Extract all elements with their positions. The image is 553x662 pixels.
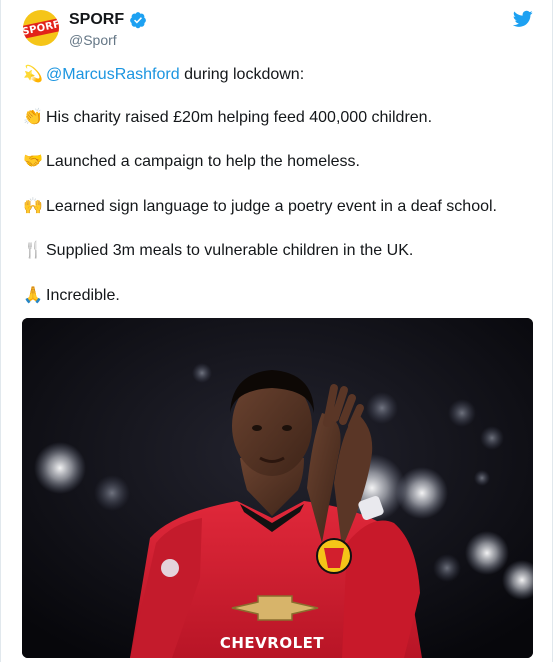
handshake-icon: 🤝 [23,151,43,170]
avatar-logo-text: SPORF [23,17,59,39]
raising-hands-icon: 🙌 [23,196,43,215]
tweet-line-text: Supplied 3m meals to vulnerable children… [46,242,414,259]
tweet-line-text: Learned sign language to judge a poetry … [46,198,497,215]
clapping-hands-icon: 👏 [23,107,43,126]
tweet-line-text: His charity raised £20m helping feed 400… [46,109,433,126]
author-display-name[interactable]: SPORF [69,11,124,29]
tweet-line-intro: 💫 @MarcusRashford during lockdown: [23,64,533,85]
tweet-card[interactable]: SPORF SPORF @Sporf 💫 @MarcusRashford duri… [0,0,553,662]
tweet-line-closing: 🙏 Incredible. [23,285,533,306]
tweet-line-charity: 👏 His charity raised £20m helping feed 40… [23,107,533,128]
author-handle[interactable]: @Sporf [69,32,117,48]
tweet-line-text: Incredible. [46,287,120,304]
tweet-header: SPORF SPORF @Sporf [23,8,533,52]
tweet-line-campaign: 🤝 Launched a campaign to help the homeles… [23,151,533,172]
tweet-line-text: during lockdown: [179,66,305,83]
author-name-row[interactable]: SPORF [69,10,147,30]
tweet-photo[interactable]: CHEVROLET [22,318,533,658]
folded-hands-icon: 🙏 [23,285,43,304]
mention-link[interactable]: @MarcusRashford [46,66,180,83]
avatar[interactable]: SPORF [23,10,59,46]
verified-badge-icon [130,12,146,29]
tweet-line-meals: 🍴 Supplied 3m meals to vulnerable childre… [23,240,533,261]
fork-knife-icon: 🍴 [23,240,43,259]
shirt-sponsor-text: CHEVROLET [220,634,325,652]
dizzy-star-icon: 💫 [23,64,43,83]
tweet-line-sign-language: 🙌 Learned sign language to judge a poetry… [23,196,533,217]
tweet-line-text: Launched a campaign to help the homeless… [46,153,360,170]
player-photo-illustration: CHEVROLET [22,318,533,658]
twitter-bird-icon[interactable] [513,10,533,28]
